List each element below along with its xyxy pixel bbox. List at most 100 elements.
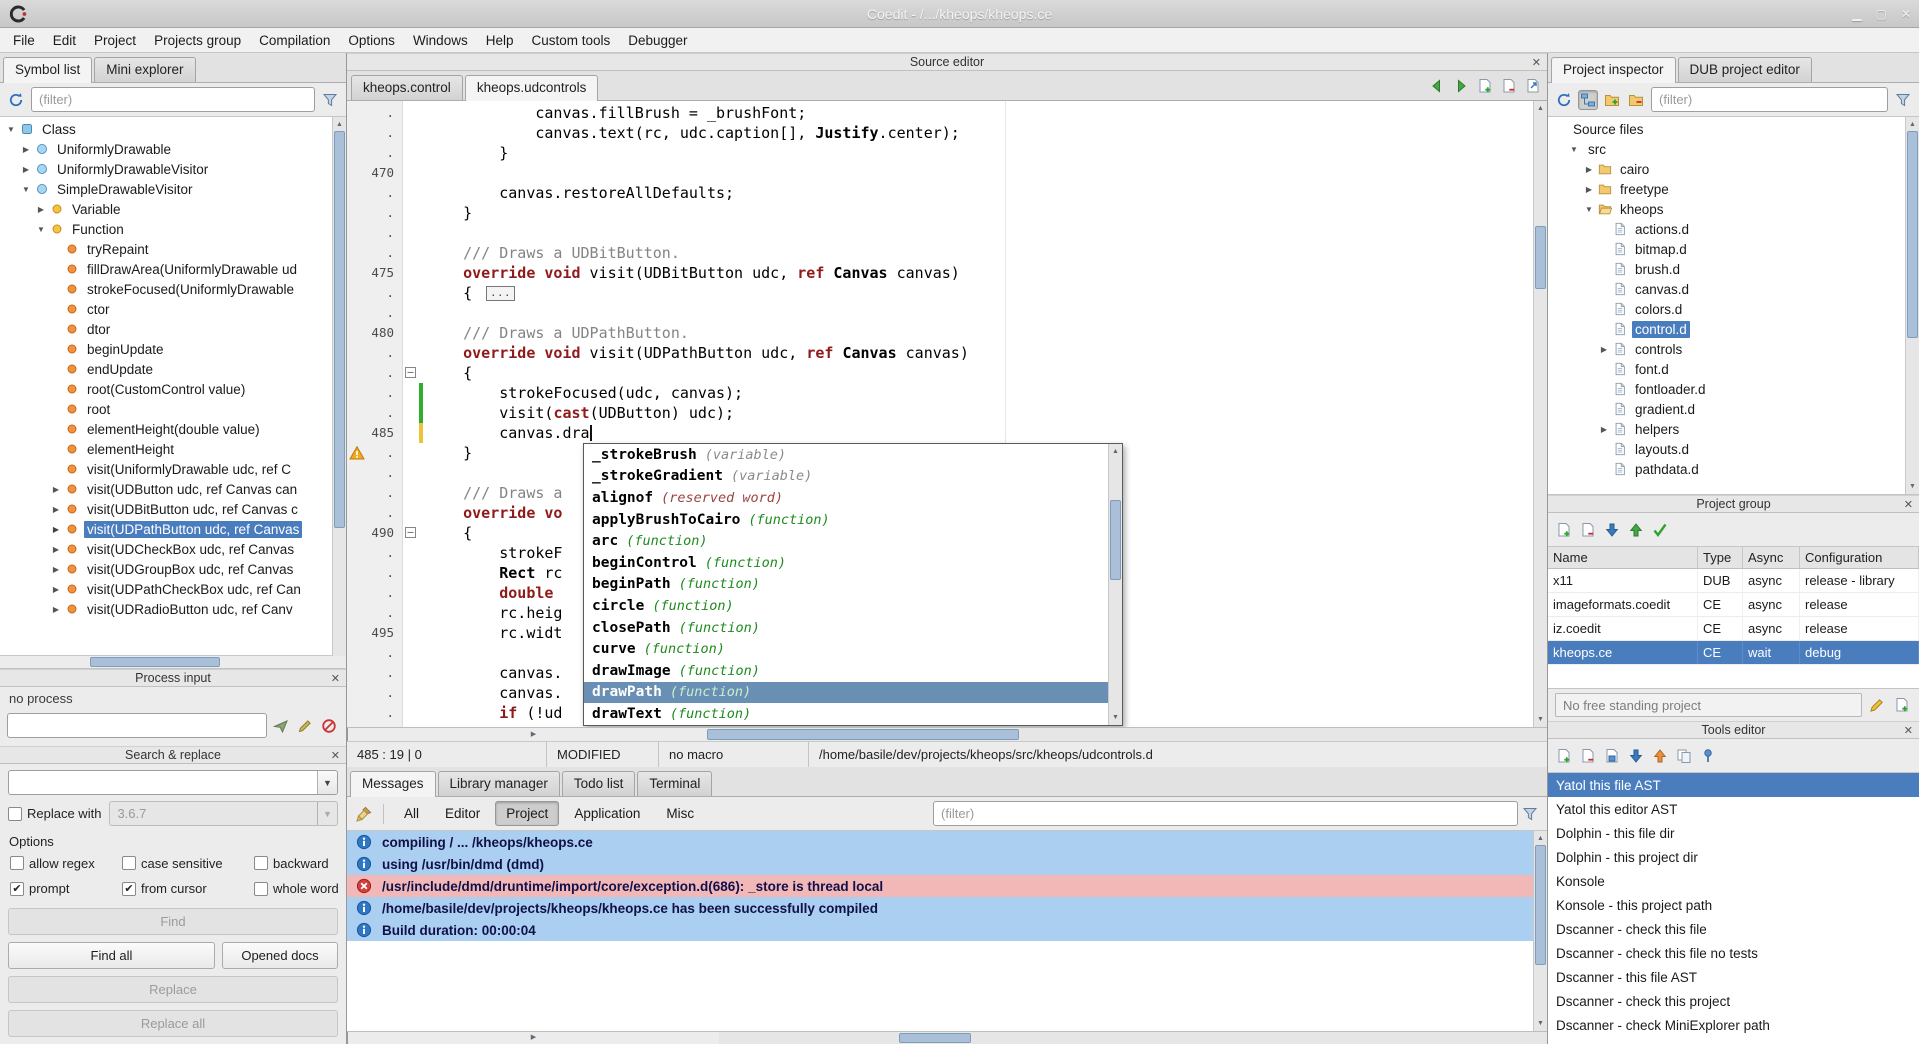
checkbox-from-cursor[interactable]: ✔from cursor (122, 881, 248, 898)
tool-item-konsole-this-project-path[interactable]: Konsole - this project path (1548, 893, 1919, 917)
edit-free-project-button[interactable] (1867, 695, 1887, 715)
expand-icon[interactable]: ▶ (49, 545, 63, 554)
filter-application-button[interactable]: Application (563, 801, 651, 826)
menu-debugger[interactable]: Debugger (619, 30, 696, 51)
symbol-item-root[interactable]: root (0, 399, 332, 419)
code-line[interactable]: 485 canvas.dra (347, 423, 1533, 443)
file-item-src[interactable]: ▼src (1548, 139, 1905, 159)
doc-minus-button[interactable] (1499, 76, 1519, 96)
column-header-async[interactable]: Async (1743, 547, 1800, 568)
code-line[interactable]: . } (347, 203, 1533, 223)
doc-plus-button[interactable] (1554, 746, 1574, 766)
add-free-project-button[interactable] (1892, 695, 1912, 715)
tool-item-dolphin-this-project-dir[interactable]: Dolphin - this project dir (1548, 845, 1919, 869)
scroll-right-icon[interactable]: ▶ (347, 1032, 719, 1044)
completion-item-applybrushtocairo[interactable]: applyBrushToCairo(function) (584, 509, 1108, 531)
find-all-button[interactable]: Find all (8, 942, 215, 969)
folded-block-box[interactable]: ... (486, 286, 515, 301)
kill-process-button[interactable] (319, 716, 339, 736)
send-input-button[interactable] (271, 716, 291, 736)
close-search-panel-icon[interactable]: ✕ (331, 748, 340, 764)
code-line[interactable]: .– { (347, 363, 1533, 383)
symbol-item-visit-udpathbutton-udc-ref-canvas[interactable]: ▶visit(UDPathButton udc, ref Canvas (0, 519, 332, 539)
messages-tab-messages[interactable]: Messages (350, 771, 436, 797)
code-line[interactable]: . canvas.fillBrush = _brushFont; (347, 103, 1533, 123)
file-item-layouts-d[interactable]: layouts.d (1548, 439, 1905, 459)
checkbox-case-sensitive[interactable]: case sensitive (122, 855, 248, 872)
arrow-down-button[interactable] (1626, 746, 1646, 766)
file-item-gradient-d[interactable]: gradient.d (1548, 399, 1905, 419)
inspector-tab-dub-project-editor[interactable]: DUB project editor (1678, 57, 1812, 82)
copy-button[interactable] (1674, 746, 1694, 766)
close-window-button[interactable]: ✕ (1901, 7, 1911, 21)
menu-file[interactable]: File (4, 30, 44, 51)
checkbox-box[interactable] (122, 856, 136, 870)
tool-item-dscanner-check-miniexplorer-path[interactable]: Dscanner - check MiniExplorer path (1548, 1013, 1919, 1037)
refresh-symbols-button[interactable] (6, 90, 26, 110)
checkbox-box[interactable] (254, 882, 268, 896)
message-filter-options-button[interactable] (1520, 804, 1540, 824)
inspector-filter-options-button[interactable] (1893, 90, 1913, 110)
folder-minus-button[interactable] (1626, 90, 1646, 110)
file-item-colors-d[interactable]: colors.d (1548, 299, 1905, 319)
completion-item-strokegradient[interactable]: _strokeGradient(variable) (584, 466, 1108, 488)
code-line[interactable]: 470 (347, 163, 1533, 183)
file-item-fontloader-d[interactable]: fontloader.d (1548, 379, 1905, 399)
message-row[interactable]: compiling / ... /kheops/kheops.ce (347, 831, 1533, 853)
check-button[interactable] (1650, 520, 1670, 540)
checkbox-backward[interactable]: backward (254, 855, 339, 872)
checkbox-box[interactable] (8, 807, 22, 821)
maximize-button[interactable]: ▢ (1876, 7, 1887, 21)
filter-editor-button[interactable]: Editor (434, 801, 491, 826)
expand-icon[interactable]: ▶ (1582, 185, 1596, 194)
completion-item-circle[interactable]: circle(function) (584, 595, 1108, 617)
symbol-item-class[interactable]: ▼Class (0, 119, 332, 139)
doc-detach-button[interactable] (1523, 76, 1543, 96)
symbol-item-endupdate[interactable]: endUpdate (0, 359, 332, 379)
file-item-kheops[interactable]: ▼kheops (1548, 199, 1905, 219)
file-item-bitmap-d[interactable]: bitmap.d (1548, 239, 1905, 259)
symbol-item-ctor[interactable]: ctor (0, 299, 332, 319)
symbol-item-visit-udpathcheckbox-udc-ref-can[interactable]: ▶visit(UDPathCheckBox udc, ref Can (0, 579, 332, 599)
doc-minus-button[interactable] (1578, 746, 1598, 766)
collapse-icon[interactable]: ▼ (4, 125, 18, 134)
checkbox-box[interactable]: ✔ (122, 882, 136, 896)
symbol-item-dtor[interactable]: dtor (0, 319, 332, 339)
message-row[interactable]: using /usr/bin/dmd (dmd) (347, 853, 1533, 875)
file-item-font-d[interactable]: font.d (1548, 359, 1905, 379)
file-item-source-files[interactable]: Source files (1548, 119, 1905, 139)
message-row[interactable]: Build duration: 00:00:04 (347, 919, 1533, 941)
find-button[interactable]: Find (8, 908, 338, 935)
message-row[interactable]: /home/basile/dev/projects/kheops/kheops.… (347, 897, 1533, 919)
symbol-item-tryrepaint[interactable]: tryRepaint (0, 239, 332, 259)
doc-minus-button[interactable] (1578, 520, 1598, 540)
scrollbar-thumb[interactable] (899, 1033, 971, 1043)
symbol-item-visit-udgroupbox-udc-ref-canvas[interactable]: ▶visit(UDGroupBox udc, ref Canvas (0, 559, 332, 579)
collapse-icon[interactable]: ▼ (1567, 145, 1581, 154)
menu-help[interactable]: Help (477, 30, 523, 51)
editor-vscrollbar[interactable]: ▲ ▼ (1533, 101, 1547, 727)
completion-item-beginpath[interactable]: beginPath(function) (584, 574, 1108, 596)
code-line[interactable]: . override void visit(UDPathButton udc, … (347, 343, 1533, 363)
expand-icon[interactable]: ▶ (19, 165, 33, 174)
arrow-up-orange-button[interactable] (1650, 746, 1670, 766)
combo-dropdown-icon[interactable]: ▼ (317, 771, 337, 794)
inspector-tab-project-inspector[interactable]: Project inspector (1551, 57, 1676, 83)
symbol-filter-options-button[interactable] (320, 90, 340, 110)
pin-button[interactable] (1698, 746, 1718, 766)
symbol-item-variable[interactable]: ▶Variable (0, 199, 332, 219)
scroll-right-icon[interactable]: ▶ (347, 728, 719, 741)
refresh-button[interactable] (1554, 90, 1574, 110)
arrow-down-button[interactable] (1602, 520, 1622, 540)
checkbox-box[interactable]: ✔ (10, 882, 24, 896)
menu-project[interactable]: Project (85, 30, 145, 51)
file-item-canvas-d[interactable]: canvas.d (1548, 279, 1905, 299)
code-editor[interactable]: . canvas.fillBrush = _brushFont;. canvas… (347, 101, 1547, 727)
tree-toggle-button[interactable] (1578, 90, 1598, 110)
symbol-item-elementheight-double-value[interactable]: elementHeight(double value) (0, 419, 332, 439)
editor-tab-kheops-control[interactable]: kheops.control (351, 75, 463, 100)
file-item-freetype[interactable]: ▶freetype (1548, 179, 1905, 199)
symbol-item-visit-udcheckbox-udc-ref-canvas[interactable]: ▶visit(UDCheckBox udc, ref Canvas (0, 539, 332, 559)
completion-item-strokebrush[interactable]: _strokeBrush(variable) (584, 444, 1108, 466)
completion-vscrollbar[interactable]: ▲ ▼ (1108, 444, 1122, 725)
